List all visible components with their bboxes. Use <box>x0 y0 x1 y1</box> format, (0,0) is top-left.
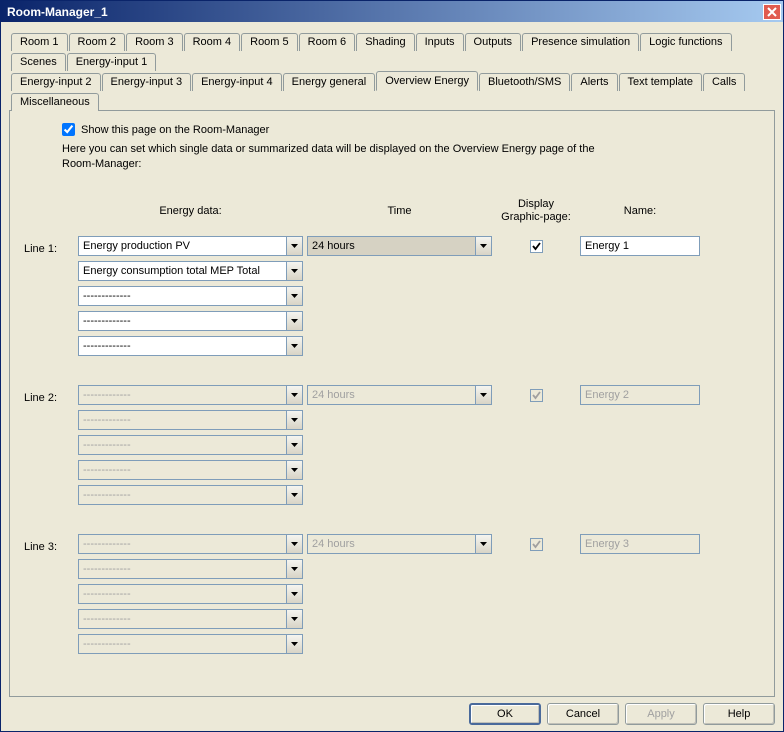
tab-room-5[interactable]: Room 5 <box>241 33 298 51</box>
chevron-down-icon <box>286 584 303 604</box>
tab-room-1[interactable]: Room 1 <box>11 33 68 51</box>
name-input: Energy 3 <box>580 534 700 554</box>
chevron-down-icon <box>286 460 303 480</box>
chevron-down-icon <box>286 485 303 505</box>
tab-energy-input-2[interactable]: Energy-input 2 <box>11 73 101 91</box>
tab-room-4[interactable]: Room 4 <box>184 33 241 51</box>
header-time: Time <box>307 205 492 229</box>
client-area: Room 1Room 2Room 3Room 4Room 5Room 6Shad… <box>1 22 783 731</box>
combo: ------------- <box>78 460 303 480</box>
combo[interactable]: ------------- <box>78 311 303 331</box>
display-checkbox <box>530 389 543 402</box>
show-page-label: Show this page on the Room-Manager <box>81 124 269 136</box>
cancel-button[interactable]: Cancel <box>547 703 619 725</box>
header-energy-data: Energy data: <box>78 205 303 229</box>
combo: 24 hours <box>307 534 492 554</box>
apply-button: Apply <box>625 703 697 725</box>
combo: ------------- <box>78 584 303 604</box>
help-text: Here you can set which single data or su… <box>62 142 602 172</box>
combo: ------------- <box>78 485 303 505</box>
tab-overview-energy[interactable]: Overview Energy <box>376 71 478 91</box>
combo: ------------- <box>78 435 303 455</box>
combo: ------------- <box>78 534 303 554</box>
show-page-checkbox[interactable] <box>62 123 75 136</box>
chevron-down-icon <box>286 534 303 554</box>
tab-calls[interactable]: Calls <box>703 73 745 91</box>
chevron-down-icon <box>286 609 303 629</box>
combo[interactable]: 24 hours <box>307 236 492 256</box>
combo[interactable]: Energy production PV <box>78 236 303 256</box>
tab-logic-functions[interactable]: Logic functions <box>640 33 731 51</box>
ok-button[interactable]: OK <box>469 703 541 725</box>
tab-strip: Room 1Room 2Room 3Room 4Room 5Room 6Shad… <box>9 30 775 111</box>
combo[interactable]: Energy consumption total MEP Total <box>78 261 303 281</box>
tab-room-3[interactable]: Room 3 <box>126 33 183 51</box>
tab-presence-simulation[interactable]: Presence simulation <box>522 33 639 51</box>
combo[interactable]: ------------- <box>78 286 303 306</box>
tab-inputs[interactable]: Inputs <box>416 33 464 51</box>
combo: ------------- <box>78 385 303 405</box>
tab-energy-input-4[interactable]: Energy-input 4 <box>192 73 282 91</box>
chevron-down-icon[interactable] <box>286 236 303 256</box>
tab-miscellaneous[interactable]: Miscellaneous <box>11 93 99 111</box>
name-input[interactable]: Energy 1 <box>580 236 700 256</box>
combo: 24 hours <box>307 385 492 405</box>
chevron-down-icon[interactable] <box>286 261 303 281</box>
chevron-down-icon[interactable] <box>286 286 303 306</box>
titlebar: Room-Manager_1 <box>1 1 783 22</box>
combo: ------------- <box>78 609 303 629</box>
line-label: Line 1: <box>24 243 74 255</box>
tab-energy-general[interactable]: Energy general <box>283 73 376 91</box>
energy-grid: Energy data: Time Display Graphic-page: … <box>24 198 760 659</box>
chevron-down-icon <box>475 534 492 554</box>
line-label: Line 2: <box>24 392 74 404</box>
combo: ------------- <box>78 559 303 579</box>
tab-outputs[interactable]: Outputs <box>465 33 522 51</box>
header-display: Display Graphic-page: <box>496 198 576 236</box>
chevron-down-icon[interactable] <box>286 311 303 331</box>
combo: ------------- <box>78 634 303 654</box>
tab-room-2[interactable]: Room 2 <box>69 33 126 51</box>
combo: ------------- <box>78 410 303 430</box>
chevron-down-icon <box>286 385 303 405</box>
tab-energy-input-1[interactable]: Energy-input 1 <box>67 53 157 71</box>
tab-energy-input-3[interactable]: Energy-input 3 <box>102 73 192 91</box>
tab-bluetooth-sms[interactable]: Bluetooth/SMS <box>479 73 570 91</box>
tab-alerts[interactable]: Alerts <box>571 73 617 91</box>
chevron-down-icon <box>475 385 492 405</box>
display-checkbox[interactable] <box>530 240 543 253</box>
tab-room-6[interactable]: Room 6 <box>299 33 356 51</box>
chevron-down-icon <box>286 559 303 579</box>
combo[interactable]: ------------- <box>78 336 303 356</box>
window-title: Room-Manager_1 <box>7 5 763 19</box>
dialog-window: Room-Manager_1 Room 1Room 2Room 3Room 4R… <box>0 0 784 732</box>
header-name: Name: <box>580 205 700 229</box>
name-input: Energy 2 <box>580 385 700 405</box>
help-button[interactable]: Help <box>703 703 775 725</box>
tab-scenes[interactable]: Scenes <box>11 53 66 71</box>
chevron-down-icon[interactable] <box>286 336 303 356</box>
chevron-down-icon[interactable] <box>475 236 492 256</box>
tab-shading[interactable]: Shading <box>356 33 414 51</box>
tab-text-template[interactable]: Text template <box>619 73 702 91</box>
line-label: Line 3: <box>24 541 74 553</box>
chevron-down-icon <box>286 634 303 654</box>
chevron-down-icon <box>286 410 303 430</box>
chevron-down-icon <box>286 435 303 455</box>
tab-panel-overview-energy: Show this page on the Room-Manager Here … <box>9 111 775 697</box>
display-checkbox <box>530 538 543 551</box>
close-button[interactable] <box>763 4 781 20</box>
button-bar: OK Cancel Apply Help <box>9 697 775 725</box>
